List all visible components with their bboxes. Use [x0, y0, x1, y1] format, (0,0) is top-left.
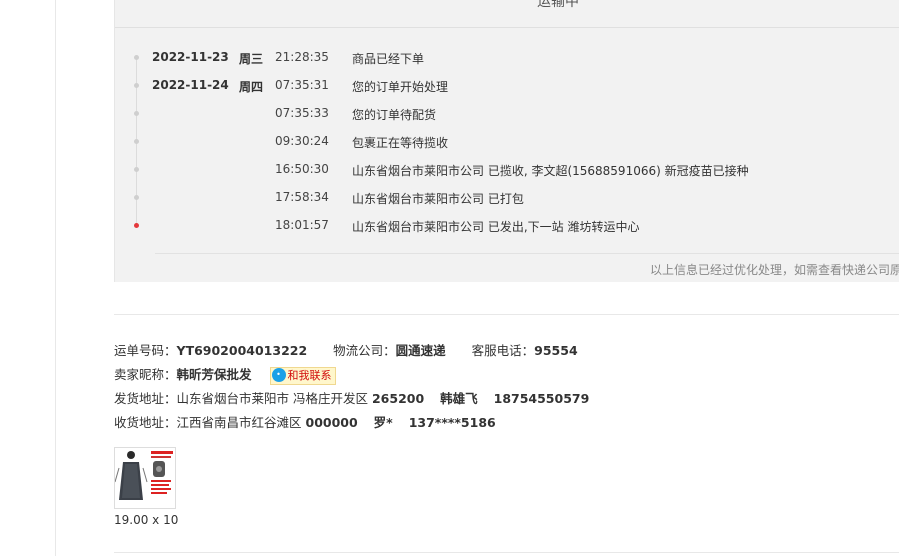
carrier-label: 物流公司：: [333, 343, 396, 358]
event-text: 山东省烟台市莱阳市公司 已打包: [352, 192, 524, 206]
ship-from-label: 发货地址：: [114, 391, 177, 406]
event-date: 2022-11-23: [152, 50, 229, 64]
event-time: 09:30:24: [275, 134, 329, 148]
event-time: 18:01:57: [275, 218, 329, 232]
event-weekday: 周四: [239, 80, 264, 94]
service-phone-label: 客服电话：: [471, 343, 535, 358]
ship-to-line: 收货地址：江西省南昌市红谷滩区 000000 罗* 137****5186: [114, 412, 496, 431]
bottom-divider: [114, 552, 899, 553]
event-time: 21:28:35: [275, 50, 329, 64]
timeline-dot: [134, 83, 139, 88]
product-thumbnail[interactable]: [114, 447, 176, 509]
timeline-dot: [134, 167, 139, 172]
waybill-line: 运单号码：YT6902004013222 物流公司：圆通速递 客服电话：9555…: [114, 340, 578, 359]
contact-seller-label: 和我联系: [287, 368, 332, 382]
event-date: 2022-11-24: [152, 78, 229, 92]
timeline-row: 2022-11-24 周四 07:35:31 您的订单开始处理: [115, 75, 899, 95]
event-text: 您的订单待配货: [352, 108, 437, 122]
ship-to-name: 罗*: [373, 415, 393, 430]
waybill-label: 运单号码：: [114, 343, 177, 358]
ship-from-line: 发货地址：山东省烟台市莱阳市 冯格庄开发区 265200 韩雄飞 1875455…: [114, 388, 589, 407]
contact-seller-button[interactable]: • 和我联系: [269, 366, 336, 385]
left-border: [55, 0, 56, 556]
timeline-row: 17:58:34 山东省烟台市莱阳市公司 已打包: [115, 187, 899, 207]
ship-to-phone: 137****5186: [408, 415, 496, 430]
timeline-dot-active: [134, 223, 139, 228]
timeline-row-latest: 18:01:57 山东省烟台市莱阳市公司 已发出,下一站 潍坊转运中心: [115, 215, 899, 235]
event-time: 07:35:31: [275, 78, 329, 92]
timeline-dot: [134, 195, 139, 200]
note-divider: [155, 253, 899, 254]
seller-label: 卖家昵称：: [114, 367, 177, 382]
event-weekday: 周三: [239, 52, 264, 66]
ship-to-zip: 000000: [305, 415, 358, 430]
event-text: 山东省烟台市莱阳市公司 已发出,下一站 潍坊转运中心: [352, 220, 640, 234]
event-text: 您的订单开始处理: [352, 80, 449, 94]
service-phone: 95554: [534, 343, 578, 358]
timeline-row: 2022-11-23 周三 21:28:35 商品已经下单: [115, 47, 899, 67]
event-text: 商品已经下单: [352, 52, 425, 66]
event-text: 包裹正在等待揽收: [352, 136, 449, 150]
timeline-dot: [134, 139, 139, 144]
tracking-panel: 运输中 2022-11-23 周三 21:28:35 商品已经下单 2022-1…: [114, 0, 899, 282]
timeline-row: 16:50:30 山东省烟台市莱阳市公司 已揽收, 李文超(1568859106…: [115, 159, 899, 179]
waybill-number: YT6902004013222: [176, 343, 308, 358]
apron-icon: [115, 448, 175, 508]
timeline-dot: [134, 111, 139, 116]
tracking-status-title: 运输中: [537, 0, 579, 10]
event-time: 07:35:33: [275, 106, 329, 120]
ship-from-zip: 265200: [371, 391, 425, 406]
product-price-quantity: 19.00 x 10: [114, 513, 179, 527]
tracking-header: 运输中: [115, 0, 899, 28]
timeline-row: 09:30:24 包裹正在等待揽收: [115, 131, 899, 151]
ship-from-phone: 18754550579: [493, 391, 590, 406]
ship-from-address: 山东省烟台市莱阳市 冯格庄开发区: [176, 391, 368, 406]
ship-to-address: 江西省南昌市红谷滩区: [176, 415, 302, 430]
timeline-dot: [134, 55, 139, 60]
event-time: 17:58:34: [275, 190, 329, 204]
seller-line: 卖家昵称：韩昕芳保批发 • 和我联系: [114, 364, 336, 385]
seller-name[interactable]: 韩昕芳保批发: [177, 367, 252, 382]
carrier-name: 圆通速递: [395, 343, 446, 358]
event-time: 16:50:30: [275, 162, 329, 176]
ship-to-label: 收货地址：: [114, 415, 177, 430]
ship-from-name: 韩雄飞: [440, 391, 478, 406]
tracking-note: 以上信息已经过优化处理，如需查看快递公司原: [650, 263, 899, 277]
event-text: 山东省烟台市莱阳市公司 已揽收, 李文超(15688591066) 新冠疫苗已接…: [352, 164, 749, 178]
chat-icon: •: [271, 367, 286, 382]
timeline-row: 07:35:33 您的订单待配货: [115, 103, 899, 123]
section-divider: [114, 314, 899, 315]
